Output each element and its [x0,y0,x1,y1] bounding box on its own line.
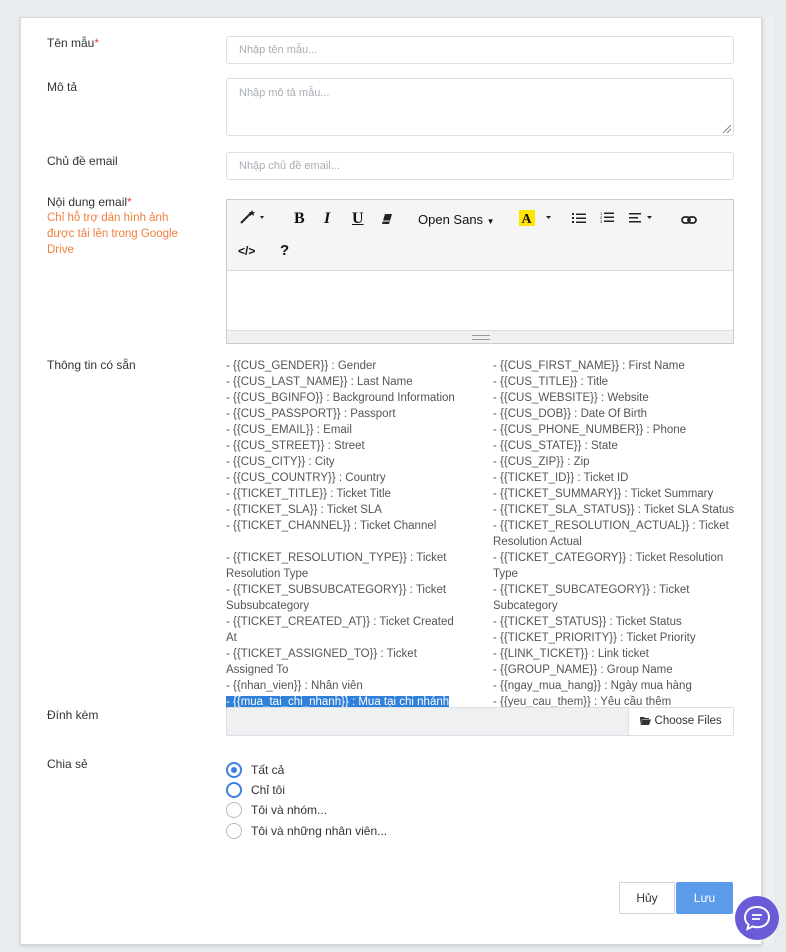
content-label: Nội dung email* [47,195,132,209]
variable-item: - {{TICKET_STATUS}} : Ticket Status [493,616,682,628]
save-button[interactable]: Lưu [676,882,733,914]
chat-support-button[interactable] [735,896,779,940]
variable-item: - {{CUS_LAST_NAME}} : Last Name [226,376,413,388]
variable-item: - {{CUS_DOB}} : Date Of Birth [493,408,648,420]
variable-item: - {{CUS_TITLE}} : Title [493,376,609,388]
content-hint: Chỉ hỗ trợ dán hình ảnh được tải lên tro… [47,212,178,256]
help-button[interactable]: ? [280,242,289,259]
available-vars-right: - {{CUS_FIRST_NAME}} : First Name - {{CUS… [493,358,738,710]
variable-item: - {{CUS_FIRST_NAME}} : First Name [493,360,685,372]
cancel-button[interactable]: Hủy [619,882,675,914]
variable-item: - {{TICKET_RESOLUTION_TYPE}} : Ticket Re… [226,552,447,580]
name-input[interactable]: Nhập tên mẫu... [226,36,734,64]
attachment-label: Đính kèm [47,708,99,722]
radio-all[interactable] [226,762,242,778]
text-color-icon[interactable]: A [519,209,553,231]
variable-item: - {{TICKET_CREATED_AT}} : Ticket Created… [226,616,454,644]
radio-staff[interactable] [226,823,242,839]
variable-item: - {{nhan_vien}} : Nhân viên [226,680,363,692]
variable-item: - {{CUS_WEBSITE}} : Website [493,392,649,404]
subject-input[interactable]: Nhập chủ đề email... [226,152,734,180]
variable-item: - {{CUS_PHONE_NUMBER}} : Phone [493,424,687,436]
underline-button[interactable]: U [352,210,364,228]
bold-button[interactable]: B [294,210,305,228]
italic-button[interactable]: I [324,210,330,228]
available-vars-left: - {{CUS_GENDER}} : Gender - {{CUS_LAST_NA… [226,358,466,726]
available-info-label: Thông tin có sẵn [47,358,136,372]
editor-resize-bar[interactable] [227,330,733,343]
template-form-panel: Tên mẫu* Nhập tên mẫu... Mô tả Nhập mô t… [20,17,762,945]
variable-item: - {{GROUP_NAME}} : Group Name [493,664,673,676]
magic-wand-icon[interactable] [239,209,267,229]
editor-toolbar: B I U Open Sans ▼ A 123 </> ? [227,200,733,271]
code-view-button[interactable]: </> [238,244,255,258]
align-icon[interactable] [629,211,655,228]
chat-bubble-icon [743,905,771,931]
rich-text-editor: B I U Open Sans ▼ A 123 </> ? [226,199,734,344]
share-label: Chia sẻ [47,757,88,771]
variable-item: - {{TICKET_TITLE}} : Ticket Title [226,488,391,500]
page-scrollbar[interactable] [766,17,774,943]
radio-group[interactable] [226,802,242,818]
variable-item: - {{CUS_STREET}} : Street [226,440,365,452]
font-family-select[interactable]: Open Sans ▼ [418,212,495,227]
variable-item: - {{TICKET_CHANNEL}} : Ticket Channel [226,520,437,532]
variable-item: - {{TICKET_SLA}} : Ticket SLA [226,504,382,516]
folder-open-icon [640,717,652,725]
variable-item: - {{CUS_PASSPORT}} : Passport [226,408,396,420]
link-icon[interactable] [681,212,697,229]
resize-grip-icon[interactable] [723,125,731,133]
variable-item: - {{CUS_GENDER}} : Gender [226,360,377,372]
bullet-list-icon[interactable] [572,211,586,228]
svg-text:3: 3 [600,219,603,224]
variable-item: - {{TICKET_SUBCATEGORY}} : Ticket Subcat… [493,584,690,612]
variable-item: - {{ngay_mua_hang}} : Ngày mua hàng [493,680,692,692]
svg-text:A: A [522,212,533,227]
variable-item [226,534,466,550]
editor-content-area[interactable] [227,271,733,329]
description-label: Mô tả [47,80,78,94]
variable-item: - {{CUS_STATE}} : State [493,440,618,452]
variable-item: - {{CUS_BGINFO}} : Background Informatio… [226,392,455,404]
variable-item: - {{TICKET_PRIORITY}} : Ticket Priority [493,632,696,644]
variable-item: - {{CUS_ZIP}} : Zip [493,456,590,468]
choose-files-button[interactable]: Choose Files [628,708,733,735]
description-textarea[interactable]: Nhập mô tả mẫu... [226,78,734,136]
variable-item: - {{CUS_CITY}} : City [226,456,335,468]
variable-item: - {{CUS_COUNTRY}} : Country [226,472,386,484]
variable-item: - {{LINK_TICKET}} : Link ticket [493,648,649,660]
variable-item: - {{TICKET_SLA_STATUS}} : Ticket SLA Sta… [493,504,735,516]
variable-item: - {{CUS_EMAIL}} : Email [226,424,352,436]
variable-item: - {{TICKET_SUBSUBCATEGORY}} : Ticket Sub… [226,584,447,612]
variable-item: - {{TICKET_ASSIGNED_TO}} : Ticket Assign… [226,648,417,676]
numbered-list-icon[interactable]: 123 [600,211,614,228]
variable-item: - {{TICKET_CATEGORY}} : Ticket Resolutio… [493,552,724,580]
eraser-icon[interactable] [381,212,393,229]
name-label: Tên mẫu* [47,36,100,50]
file-input[interactable]: Choose Files [226,707,734,736]
radio-me[interactable] [226,782,242,798]
variable-item: - {{TICKET_RESOLUTION_ACTUAL}} : Ticket … [493,520,729,548]
variable-item: - {{TICKET_SUMMARY}} : Ticket Summary [493,488,714,500]
subject-label: Chủ đề email [47,154,118,168]
variable-item: - {{TICKET_ID}} : Ticket ID [493,472,629,484]
